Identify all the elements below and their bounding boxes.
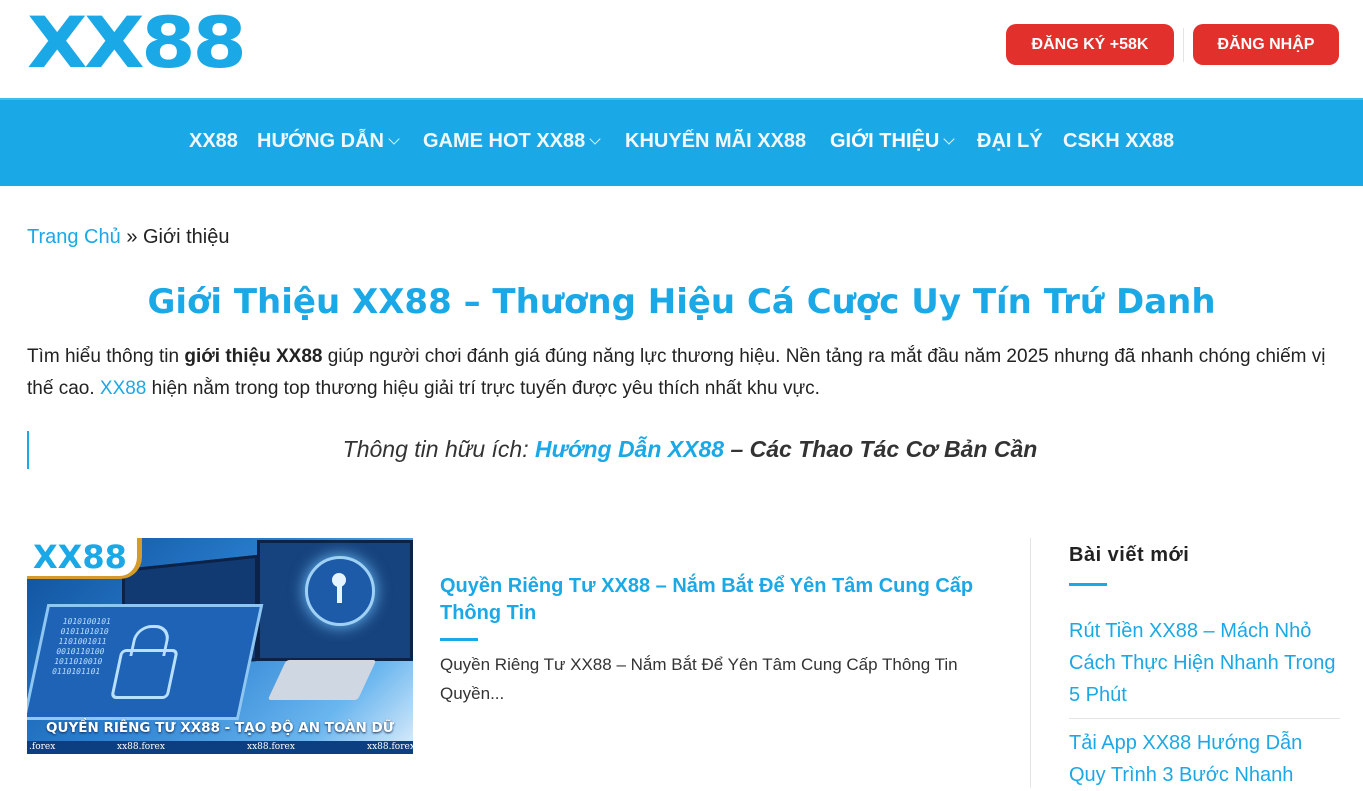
nav-item-gioi-thieu[interactable]: GIỚI THIỆU bbox=[830, 128, 955, 154]
chevron-down-icon bbox=[589, 133, 601, 145]
chevron-down-icon bbox=[388, 133, 400, 145]
quote-accent-bar bbox=[27, 431, 29, 469]
site-logo[interactable]: XX88 bbox=[27, 6, 247, 80]
sidebar-post-link[interactable]: Tải App XX88 Hướng Dẫn Quy Trình 3 Bước … bbox=[1069, 727, 1341, 791]
login-button[interactable]: ĐĂNG NHẬP bbox=[1193, 24, 1339, 65]
breadcrumb: Trang Chủ » Giới thiệu bbox=[27, 225, 229, 249]
nav-item-label: HƯỚNG DẪN bbox=[257, 130, 384, 152]
thumbnail-domain: xx88.forex bbox=[247, 742, 295, 752]
main-nav: XX88 HƯỚNG DẪN GAME HOT XX88 KHUYẾN MÃI … bbox=[0, 98, 1363, 186]
intro-xx88-link[interactable]: XX88 bbox=[100, 378, 146, 399]
thumbnail-laptop-graphic: 1010100101 0101101010 1101001011 0010110… bbox=[27, 604, 264, 720]
post-excerpt: Quyền Riêng Tư XX88 – Nắm Bắt Để Yên Tâm… bbox=[440, 655, 958, 703]
intro-paragraph: Tìm hiểu thông tin giới thiệu XX88 giúp … bbox=[27, 341, 1327, 405]
thumbnail-caption: QUYỀN RIÊNG TƯ XX88 - TẠO ĐỘ AN TOÀN DỮ … bbox=[46, 720, 394, 754]
key-lock-icon bbox=[305, 556, 375, 626]
thumbnail-domain: .forex bbox=[29, 742, 56, 752]
nav-item-label: XX88 bbox=[189, 130, 238, 152]
nav-item-label: ĐẠI LÝ bbox=[977, 130, 1043, 152]
quote-guide-link[interactable]: Hướng Dẫn XX88 bbox=[535, 436, 724, 462]
sidebar-separator bbox=[1069, 718, 1340, 719]
quote-suffix: – Các Thao Tác Cơ Bản Cần bbox=[724, 436, 1038, 462]
thumbnail-domain: xx88.forex bbox=[367, 742, 413, 752]
nav-item-label: GAME HOT XX88 bbox=[423, 130, 586, 152]
nav-item-label: CSKH XX88 bbox=[1063, 130, 1175, 152]
thumbnail-domain: xx88.forex bbox=[117, 742, 165, 752]
sidebar-post-link[interactable]: Rút Tiền XX88 – Mách Nhỏ Cách Thực Hiện … bbox=[1069, 615, 1341, 711]
nav-item-label: GIỚI THIỆU bbox=[830, 130, 940, 152]
padlock-icon bbox=[110, 649, 179, 699]
register-button[interactable]: ĐĂNG KÝ +58K bbox=[1006, 24, 1174, 65]
post-title-underline bbox=[440, 638, 478, 641]
chevron-down-icon bbox=[943, 133, 955, 145]
nav-item-cskh[interactable]: CSKH XX88 bbox=[1063, 128, 1174, 154]
quote-prefix: Thông tin hữu ích: bbox=[342, 436, 535, 462]
nav-item-dai-ly[interactable]: ĐẠI LÝ bbox=[977, 128, 1043, 154]
useful-info-quote: Thông tin hữu ích: Hướng Dẫn XX88 – Các … bbox=[40, 434, 1340, 464]
breadcrumb-current: Giới thiệu bbox=[143, 226, 230, 248]
binary-text: 1010100101 0101101010 1101001011 0010110… bbox=[51, 617, 112, 676]
header-divider bbox=[1183, 28, 1184, 62]
breadcrumb-separator: » bbox=[126, 226, 138, 248]
thumbnail-stand-graphic bbox=[267, 660, 377, 700]
nav-item-home[interactable]: XX88 bbox=[189, 128, 238, 154]
intro-text: hiện nằm trong top thương hiệu giải trí … bbox=[146, 378, 820, 399]
nav-item-huong-dan[interactable]: HƯỚNG DẪN bbox=[257, 128, 400, 154]
site-header: XX88 ĐĂNG KÝ +58K ĐĂNG NHẬP bbox=[0, 0, 1363, 98]
thumbnail-logo: XX88 bbox=[27, 538, 142, 579]
nav-item-game-hot[interactable]: GAME HOT XX88 bbox=[423, 128, 601, 154]
thumbnail-domain-strip: .forex xx88.forex xx88.forex xx88.forex bbox=[27, 741, 413, 754]
post-thumbnail[interactable]: 1010100101 0101101010 1101001011 0010110… bbox=[27, 538, 413, 754]
intro-bold-text: giới thiệu XX88 bbox=[184, 346, 323, 367]
nav-item-khuyen-mai[interactable]: KHUYẾN MÃI XX88 bbox=[625, 128, 806, 154]
page-title: Giới Thiệu XX88 – Thương Hiệu Cá Cược Uy… bbox=[147, 282, 1216, 322]
sidebar-divider bbox=[1030, 538, 1031, 788]
post-title-link[interactable]: Quyền Riêng Tư XX88 – Nắm Bắt Để Yên Tâm… bbox=[440, 573, 980, 627]
breadcrumb-home-link[interactable]: Trang Chủ bbox=[27, 226, 121, 248]
sidebar-title-underline bbox=[1069, 583, 1107, 586]
intro-text: Tìm hiểu thông tin bbox=[27, 346, 185, 367]
sidebar-title: Bài viết mới bbox=[1069, 544, 1190, 566]
nav-item-label: KHUYẾN MÃI XX88 bbox=[625, 130, 807, 152]
